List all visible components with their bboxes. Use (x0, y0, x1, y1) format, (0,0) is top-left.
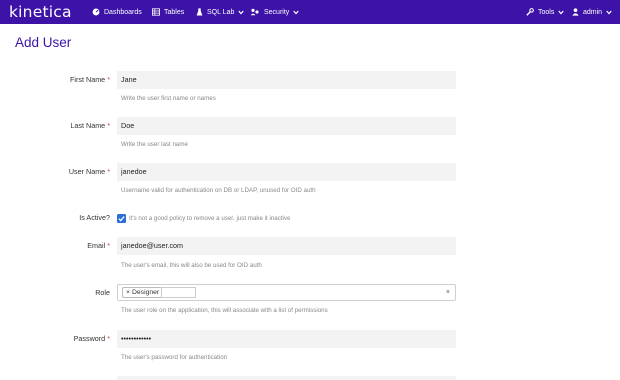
email-field[interactable] (117, 237, 456, 255)
next-field[interactable] (117, 376, 456, 380)
user-icon (572, 8, 579, 16)
role-label: Role (95, 288, 110, 297)
nav-dashboards[interactable]: Dashboards (92, 0, 142, 24)
password-label: Password * (73, 334, 110, 343)
clear-icon[interactable]: × (446, 287, 450, 298)
chevron-down-icon (293, 10, 300, 15)
top-navbar: kinetica Dashboards Tables SQL Lab Secur… (0, 0, 620, 24)
wrench-icon (526, 8, 534, 16)
last-name-field[interactable] (117, 117, 456, 135)
email-help: The user's email, this will also be used… (121, 262, 262, 269)
username-field[interactable] (117, 163, 456, 181)
is-active-help: It's not a good policy to remove a user,… (129, 215, 291, 222)
nav-tables[interactable]: Tables (152, 0, 184, 24)
brand-logo[interactable]: kinetica (9, 2, 72, 22)
chevron-down-icon (238, 10, 245, 15)
role-search-input[interactable] (161, 287, 196, 298)
role-select[interactable]: × Designer × (117, 284, 456, 301)
nav-security[interactable]: Security (250, 0, 300, 24)
password-field[interactable]: •••••••••••• (117, 330, 456, 348)
email-label: Email * (87, 241, 110, 250)
is-active-label: Is Active? (79, 213, 110, 222)
chevron-down-icon (558, 10, 565, 15)
password-help: The user's password for authentication (121, 354, 228, 361)
username-help: Username valid for authentication on DB … (121, 187, 316, 194)
first-name-label: First Name * (70, 75, 110, 84)
tag-remove-icon[interactable]: × (126, 288, 130, 297)
nav-tools-label: Tools (538, 8, 555, 16)
page-title: Add User (15, 35, 72, 50)
table-icon (152, 8, 160, 16)
nav-security-label: Security (264, 8, 290, 16)
role-help: The user role on the application, this w… (121, 307, 328, 314)
is-active-checkbox[interactable] (117, 214, 126, 223)
first-name-field[interactable] (117, 71, 456, 89)
nav-tables-label: Tables (164, 8, 185, 16)
role-tag-label: Designer (131, 289, 160, 296)
users-icon (250, 8, 259, 16)
nav-user-label: admin (583, 8, 603, 16)
flask-icon (196, 8, 203, 16)
role-tag[interactable]: × Designer (122, 287, 164, 298)
nav-user-menu[interactable]: admin (572, 0, 612, 24)
last-name-label: Last Name * (70, 121, 110, 130)
check-icon (118, 216, 125, 222)
first-name-help: Write the user first name or names (121, 95, 216, 102)
nav-sql-lab-label: SQL Lab (207, 8, 235, 16)
username-label: User Name * (68, 167, 110, 176)
nav-sql-lab[interactable]: SQL Lab (196, 0, 245, 24)
dashboard-icon (92, 8, 100, 16)
nav-dashboards-label: Dashboards (104, 8, 142, 16)
chevron-down-icon (606, 10, 612, 15)
last-name-help: Write the user last name (121, 141, 188, 148)
nav-tools[interactable]: Tools (526, 0, 565, 24)
